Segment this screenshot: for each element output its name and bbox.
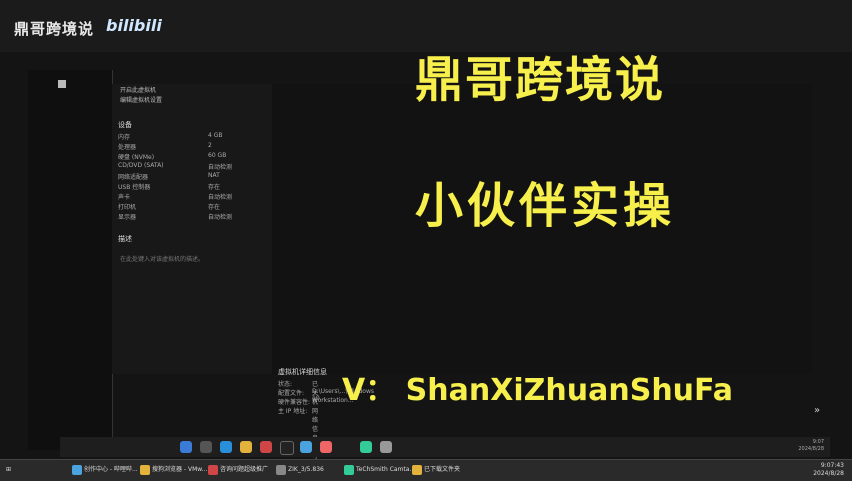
device-value: 自动检测 (208, 164, 233, 171)
details-row: 主 IP 地址:网络信息不可用 (278, 406, 318, 469)
start-button[interactable]: ⊞ (6, 462, 20, 478)
app-icon (140, 465, 150, 475)
app-icon (208, 465, 218, 475)
device-row[interactable]: USB 控制器 存在 (118, 182, 268, 191)
details-label: 配置文件: (278, 390, 305, 397)
device-row[interactable]: 内存 4 GB (118, 132, 268, 141)
device-value: 2 (208, 142, 212, 149)
guest-clock[interactable]: 9:07 2024/8/28 (798, 439, 824, 453)
overlay-contact: V： ShanXiZhuanShuFa (342, 373, 734, 408)
taskbar-window-button[interactable]: ZIK_3/5.836 (274, 462, 346, 478)
host-clock[interactable]: 9:07:43 2024/8/28 (813, 462, 844, 478)
taskbar-window-button[interactable]: 创作中心 - 哔哩哔... (70, 462, 142, 478)
device-name: 处理器 (118, 144, 137, 151)
details-row: 硬件兼容性: Workstation... (278, 397, 354, 406)
device-value: 存在 (208, 204, 221, 211)
device-row[interactable]: 处理器 2 (118, 142, 268, 151)
taskbar-window-label: 咨询问题超级推广 (220, 466, 269, 473)
details-row: 状态: 已关机 (278, 379, 318, 406)
app-icon[interactable] (320, 441, 332, 453)
details-header: 虚拟机详细信息 (278, 368, 327, 376)
host-clock-time: 9:07:43 (820, 462, 844, 469)
app-icon[interactable] (380, 441, 392, 453)
wechat-icon[interactable] (360, 441, 372, 453)
guest-clock-date: 2024/8/28 (798, 446, 824, 452)
details-label: 状态: (278, 381, 293, 388)
app-icon[interactable] (260, 441, 272, 453)
description-placeholder[interactable]: 在此处键入对该虚拟机的描述。 (120, 254, 204, 263)
search-icon[interactable] (200, 441, 212, 453)
description-header[interactable]: 描述 (118, 234, 132, 244)
taskbar-window-button[interactable]: 已下载文件夹 (410, 462, 482, 478)
details-label: 硬件兼容性: (278, 399, 311, 406)
device-name: 显示器 (118, 214, 137, 221)
device-row[interactable]: 硬盘 (NVMe) 60 GB (118, 152, 268, 161)
app-icon[interactable] (300, 441, 312, 453)
edit-settings-action[interactable]: 编辑虚拟机设置 (120, 96, 162, 106)
taskbar-window-button[interactable]: 咨询问题超级推广 (206, 462, 278, 478)
screen-recording: 鼎哥跨境说 bilibili 开启此虚拟机 编辑虚拟机设置 设备 内存 4 GB 处… (0, 0, 852, 481)
devices-header[interactable]: 设备 (118, 120, 132, 130)
guest-clock-time: 9:07 (812, 439, 824, 445)
app-icon (344, 465, 354, 475)
vm-summary-panel: 开启此虚拟机 编辑虚拟机设置 设备 内存 4 GB 处理器 2 硬盘 (NVMe) 60 … (112, 84, 272, 374)
device-value: 60 GB (208, 152, 227, 159)
overlay-title: 鼎哥跨境说 (415, 52, 666, 108)
device-value: 4 GB (208, 132, 223, 139)
start-icon[interactable] (180, 441, 192, 453)
device-row[interactable]: 网络适配器 NAT (118, 172, 268, 181)
channel-watermark: 鼎哥跨境说 (14, 20, 95, 38)
app-icon (72, 465, 82, 475)
device-row[interactable]: 打印机 存在 (118, 202, 268, 211)
host-taskbar: ⊞ 创作中心 - 哔哩哔... 搜狗浏览器 - VMw... 咨询问题超级推广 ZIK… (0, 459, 852, 481)
device-row[interactable]: CD/DVD (SATA) 自动检测 (118, 162, 268, 171)
edge-icon[interactable] (220, 441, 232, 453)
guest-taskbar: 9:07 2024/8/28 (60, 437, 830, 457)
device-row[interactable]: 显示器 自动检测 (118, 212, 268, 221)
device-value: 存在 (208, 184, 221, 191)
device-name: 硬盘 (NVMe) (118, 154, 155, 161)
expand-chevron-icon[interactable]: » (814, 405, 820, 416)
tiktok-icon[interactable] (280, 441, 294, 455)
device-name: CD/DVD (SATA) (118, 162, 164, 169)
device-row[interactable]: 声卡 自动检测 (118, 192, 268, 201)
app-icon (276, 465, 286, 475)
device-name: 内存 (118, 134, 131, 141)
top-bar: 鼎哥跨境说 bilibili (0, 0, 852, 52)
device-value: NAT (208, 172, 220, 179)
details-row: 配置文件: D:\Users\...\Windows 10... (278, 388, 374, 402)
device-name: USB 控制器 (118, 184, 151, 191)
library-pane (28, 70, 113, 450)
taskbar-window-label: 已下载文件夹 (424, 466, 461, 473)
vm-actions: 开启此虚拟机 编辑虚拟机设置 (120, 86, 162, 106)
app-icon (412, 465, 422, 475)
power-on-action[interactable]: 开启此虚拟机 (120, 86, 162, 96)
taskbar-window-button[interactable]: TeChSmith Camta... (342, 462, 414, 478)
taskbar-window-label: 搜狗浏览器 - VMw... (152, 466, 208, 473)
taskbar-window-label: TeChSmith Camta... (356, 466, 414, 473)
device-name: 打印机 (118, 204, 137, 211)
bilibili-logo: bilibili (106, 16, 162, 35)
details-label: 主 IP 地址: (278, 408, 308, 415)
host-clock-date: 2024/8/28 (813, 470, 844, 477)
vm-library-icon[interactable] (58, 80, 66, 88)
device-name: 声卡 (118, 194, 131, 201)
device-value: 自动检测 (208, 214, 233, 221)
taskbar-window-label: ZIK_3/5.836 (288, 466, 324, 473)
device-name: 网络适配器 (118, 174, 149, 181)
taskbar-window-label: 创作中心 - 哔哩哔... (84, 466, 138, 473)
taskbar-window-button[interactable]: 搜狗浏览器 - VMw... (138, 462, 210, 478)
folder-icon[interactable] (240, 441, 252, 453)
device-value: 自动检测 (208, 194, 233, 201)
overlay-subtitle: 小伙伴实操 (415, 178, 676, 234)
